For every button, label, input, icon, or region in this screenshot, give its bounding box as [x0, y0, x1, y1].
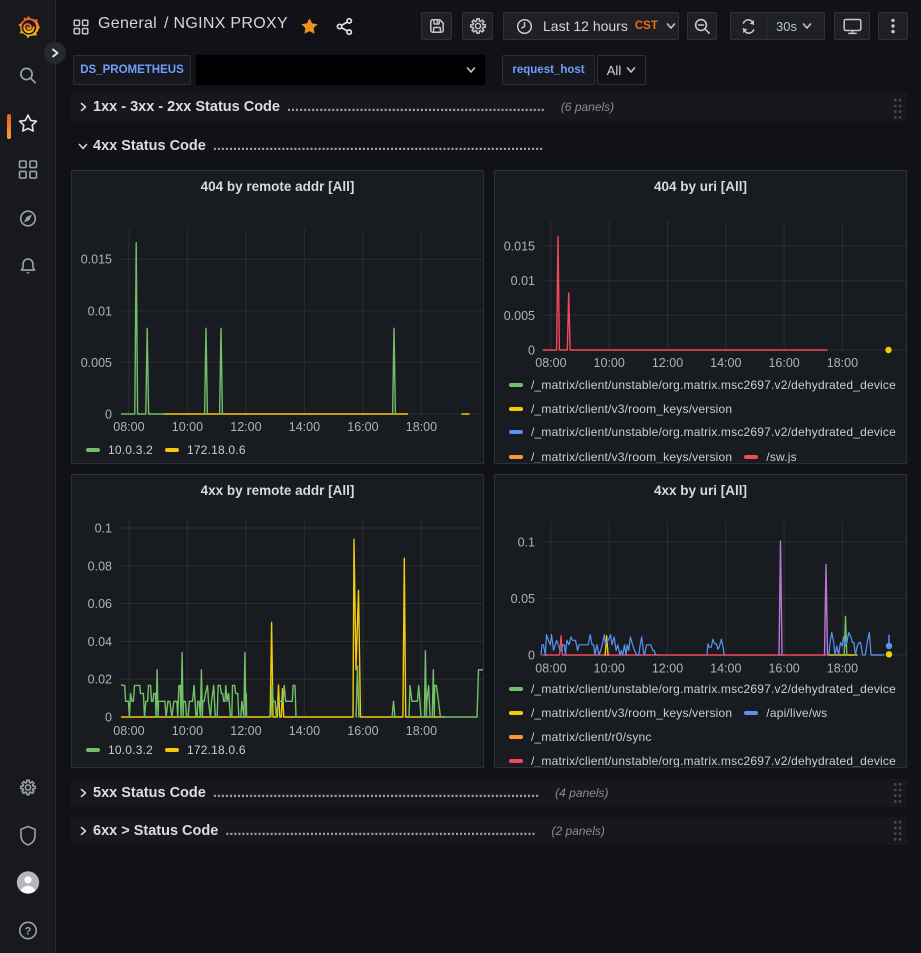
svg-text:0.015: 0.015: [81, 253, 112, 267]
svg-text:0.015: 0.015: [504, 240, 535, 254]
svg-text:14:00: 14:00: [289, 420, 320, 434]
svg-text:0: 0: [528, 649, 535, 663]
svg-text:0.08: 0.08: [88, 559, 112, 573]
svg-text:0.06: 0.06: [88, 597, 112, 611]
svg-text:0.05: 0.05: [511, 592, 535, 606]
svg-text:0: 0: [105, 711, 112, 725]
svg-text:12:00: 12:00: [230, 420, 261, 434]
svg-text:0.005: 0.005: [504, 309, 535, 323]
svg-text:18:00: 18:00: [406, 724, 437, 738]
svg-text:12:00: 12:00: [652, 356, 683, 370]
svg-text:0.1: 0.1: [518, 535, 535, 549]
svg-text:08:00: 08:00: [113, 420, 144, 434]
svg-text:0.01: 0.01: [511, 274, 535, 288]
svg-text:18:00: 18:00: [406, 420, 437, 434]
svg-text:0: 0: [105, 408, 112, 422]
svg-text:?: ?: [24, 926, 31, 938]
svg-text:0: 0: [528, 344, 535, 358]
svg-text:10:00: 10:00: [172, 420, 203, 434]
svg-text:18:00: 18:00: [827, 662, 858, 676]
svg-text:16:00: 16:00: [768, 662, 799, 676]
svg-text:10:00: 10:00: [172, 724, 203, 738]
svg-text:0.02: 0.02: [88, 673, 112, 687]
svg-text:0.005: 0.005: [81, 356, 112, 370]
svg-text:14:00: 14:00: [710, 662, 741, 676]
svg-text:10:00: 10:00: [594, 662, 625, 676]
svg-text:0.1: 0.1: [95, 522, 112, 536]
svg-text:12:00: 12:00: [652, 662, 683, 676]
svg-text:10:00: 10:00: [594, 356, 625, 370]
svg-text:0.04: 0.04: [88, 635, 112, 649]
svg-text:16:00: 16:00: [768, 356, 799, 370]
svg-text:08:00: 08:00: [535, 356, 566, 370]
svg-text:16:00: 16:00: [347, 724, 378, 738]
svg-text:16:00: 16:00: [347, 420, 378, 434]
svg-text:08:00: 08:00: [535, 662, 566, 676]
svg-text:18:00: 18:00: [827, 356, 858, 370]
svg-text:14:00: 14:00: [710, 356, 741, 370]
svg-text:14:00: 14:00: [289, 724, 320, 738]
svg-text:12:00: 12:00: [230, 724, 261, 738]
svg-text:08:00: 08:00: [113, 724, 144, 738]
svg-text:0.01: 0.01: [88, 304, 112, 318]
